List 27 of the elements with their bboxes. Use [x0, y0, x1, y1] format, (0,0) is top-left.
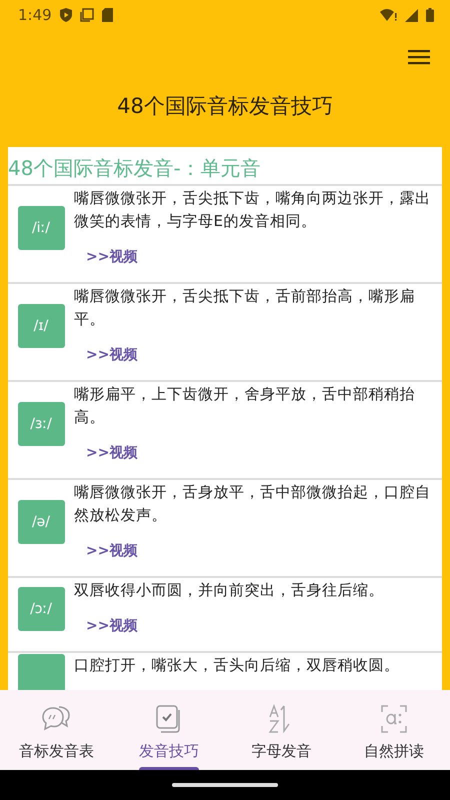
video-link[interactable]: >>视频 — [86, 614, 138, 638]
alpha-symbol-icon — [380, 704, 407, 734]
signal-icon — [405, 8, 418, 22]
video-link[interactable]: >>视频 — [86, 441, 138, 465]
description-text: 嘴形扁平，上下齿微开，舍身平放，舌中部稍稍抬高。 — [74, 384, 416, 428]
shield-icon — [60, 8, 72, 22]
battery-icon — [426, 8, 434, 22]
video-link[interactable]: >>视频 — [86, 343, 138, 367]
description-text: 口腔打开，嘴张大，舌头向后缩，双唇稍收圆。 — [74, 655, 400, 676]
nav-tab[interactable]: 音标发音表 — [0, 690, 112, 770]
nav-tab[interactable]: 自然拼读 — [338, 690, 450, 770]
sd-card-icon — [102, 8, 113, 22]
section-heading: 48个国际音标发音-：单元音 — [8, 147, 442, 186]
description-text: 双唇收得小而圆，并向前突出，舌身往后缩。 — [74, 580, 385, 601]
description-text: 嘴唇微微张开，舌身放平，舌中部微微抬起，口腔自然放松发声。 — [74, 482, 432, 526]
nav-tab[interactable]: 发音技巧 — [112, 690, 225, 770]
video-link[interactable]: >>视频 — [86, 539, 138, 563]
window-icon — [80, 8, 94, 22]
wifi-icon — [380, 8, 397, 22]
nav-tab[interactable]: 字母发音 — [225, 690, 338, 770]
status-time: 1:49 — [18, 6, 52, 24]
video-link[interactable]: >>视频 — [86, 245, 138, 269]
selected-indicator — [138, 767, 199, 770]
description-text: 嘴唇微微张开，舌尖抵下齿，嘴角向两边张开，露出微笑的表情，与字母E的发音相同。 — [74, 188, 432, 232]
page-title: 48个国际音标发音技巧 — [117, 93, 333, 120]
description-text: 嘴唇微微张开，舌尖抵下齿，舌前部抬高，嘴形扁平。 — [74, 286, 416, 330]
checkbox-icon — [156, 704, 182, 734]
